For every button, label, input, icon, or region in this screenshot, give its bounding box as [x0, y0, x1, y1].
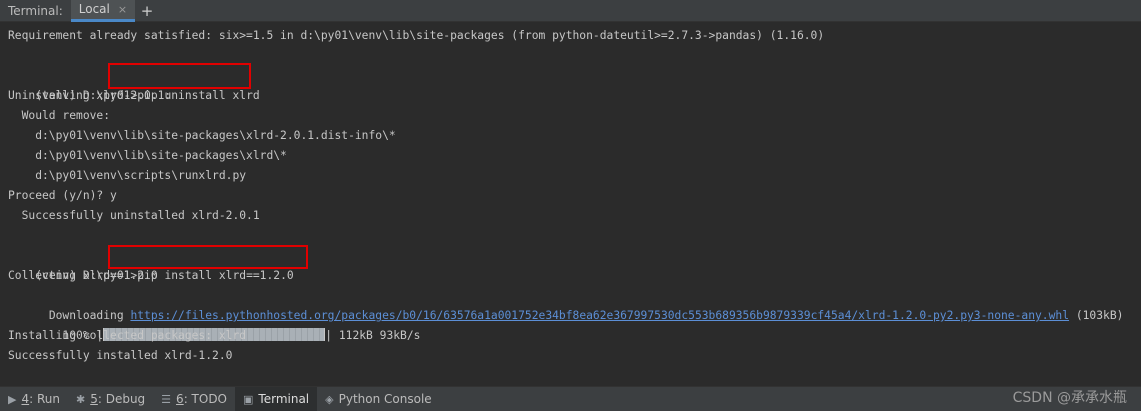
output-line: Collecting xlrd==1.2.0 [8, 269, 158, 282]
download-size: (103kB) [1069, 309, 1124, 322]
terminal-output[interactable]: Requirement already satisfied: six>=1.5 … [0, 23, 1141, 386]
terminal-icon: ▣ [243, 392, 254, 406]
run-key: 4 [21, 392, 30, 406]
add-tab-icon[interactable]: + [135, 0, 159, 21]
debug-key: 5 [90, 392, 98, 406]
python-console-label: Python Console [338, 392, 432, 406]
output-line: Installing collected packages: xlrd [8, 329, 247, 342]
terminal-tab-bar: Terminal: Local × + [0, 0, 1141, 22]
watermark: CSDN @承承水瓶 [1012, 390, 1127, 406]
run-label: : Run [29, 392, 60, 406]
command-text: pip install xlrd==1.2.0 [137, 269, 294, 282]
python-icon: ◈ [325, 392, 334, 406]
bug-icon: ✱ [75, 392, 86, 406]
python-console-tool-button[interactable]: ◈ Python Console [317, 387, 440, 411]
output-line: Successfully installed xlrd-1.2.0 [8, 349, 233, 362]
command-line-current[interactable]: (venv) D:\py01> [8, 366, 143, 386]
output-line: d:\py01\venv\lib\site-packages\xlrd\* [8, 149, 287, 162]
close-icon[interactable]: × [118, 0, 127, 19]
list-icon: ☰ [161, 392, 172, 406]
tab-local-label: Local [78, 2, 110, 16]
output-line: d:\py01\venv\lib\site-packages\xlrd-2.0.… [8, 129, 396, 142]
debug-tool-button[interactable]: ✱ 5: Debug [68, 387, 153, 411]
download-line: Downloading https://files.pythonhosted.o… [8, 286, 1124, 322]
output-line: Would remove: [8, 109, 111, 122]
terminal-label: Terminal [258, 392, 310, 406]
output-line: Successfully uninstalled xlrd-2.0.1 [8, 209, 260, 222]
run-tool-button[interactable]: ▶ 4: Run [0, 387, 68, 411]
progress-rate: | 112kB 93kB/s [325, 329, 421, 342]
terminal-panel-title: Terminal: [8, 4, 63, 18]
tab-local[interactable]: Local × [70, 0, 136, 22]
todo-key: 6 [176, 392, 184, 406]
todo-label: : TODO [183, 392, 228, 406]
tool-window-bar: ▶ 4: Run ✱ 5: Debug ☰ 6: TODO ▣ Terminal… [0, 386, 1141, 411]
run-icon: ▶ [8, 392, 17, 406]
output-line: Requirement already satisfied: six>=1.5 … [8, 29, 825, 42]
terminal-tool-button[interactable]: ▣ Terminal [235, 386, 318, 411]
progress-line: 100% | | 112kB 93kB/s [8, 306, 420, 342]
output-line: Uninstalling xlrd-2.0.1: [8, 89, 172, 102]
debug-label: : Debug [97, 392, 146, 406]
output-line: Proceed (y/n)? y [8, 189, 117, 202]
todo-tool-button[interactable]: ☰ 6: TODO [153, 387, 235, 411]
output-line: d:\py01\venv\scripts\runxlrd.py [8, 169, 247, 182]
